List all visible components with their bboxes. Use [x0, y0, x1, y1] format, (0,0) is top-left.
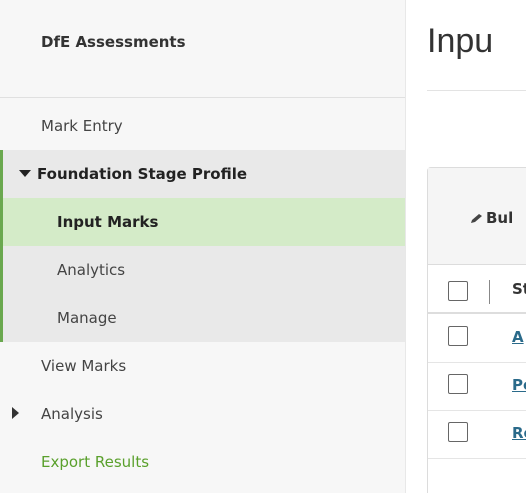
caret-right-icon: [12, 407, 19, 419]
app-brand[interactable]: DfE Assessments: [41, 33, 186, 51]
page-title: Inpu: [427, 22, 494, 60]
main-content: Inpu Bul St A Pe Re: [405, 0, 526, 493]
sidebar-item-label: Mark Entry: [41, 117, 123, 135]
sidebar-item-label: View Marks: [41, 357, 127, 375]
row-checkbox[interactable]: [448, 422, 468, 442]
student-link[interactable]: Re: [512, 424, 526, 442]
table-row: Re: [428, 410, 526, 459]
panel-header: Bul: [428, 168, 526, 265]
select-all-checkbox[interactable]: [448, 281, 468, 301]
sidebar-item-foundation-stage-profile[interactable]: Foundation Stage Profile: [0, 150, 405, 198]
sidebar-item-view-marks[interactable]: View Marks: [0, 342, 405, 390]
student-link[interactable]: A: [512, 328, 524, 346]
row-checkbox[interactable]: [448, 326, 468, 346]
pencil-icon: [471, 213, 482, 223]
sidebar-item-label: Analytics: [57, 261, 126, 279]
sidebar-item-mark-entry[interactable]: Mark Entry: [0, 102, 405, 150]
row-checkbox[interactable]: [448, 374, 468, 394]
column-header[interactable]: St: [512, 280, 526, 298]
sidebar-item-analytics[interactable]: Analytics: [0, 246, 405, 294]
sidebar-item-label: Foundation Stage Profile: [37, 165, 248, 183]
sidebar-item-manage[interactable]: Manage: [0, 294, 405, 342]
sidebar-item-label: Analysis: [41, 405, 103, 423]
sidebar-item-export-results[interactable]: Export Results: [0, 438, 405, 486]
marks-panel: Bul St A Pe Re: [427, 167, 526, 493]
sidebar-item-label: Manage: [57, 309, 117, 327]
student-link[interactable]: Pe: [512, 376, 526, 394]
sidebar-item-input-marks[interactable]: Input Marks: [0, 198, 405, 246]
table-header: St: [428, 264, 526, 314]
bulk-button-label: Bul: [486, 209, 514, 227]
sidebar-item-label: Export Results: [41, 453, 150, 471]
caret-down-icon: [19, 170, 31, 177]
title-divider: [427, 90, 526, 91]
sidebar: DfE Assessments Mark Entry Foundation St…: [0, 0, 406, 493]
sidebar-divider: [0, 97, 405, 98]
sidebar-item-label: Input Marks: [57, 213, 159, 231]
column-divider: [489, 280, 490, 304]
sidebar-item-analysis[interactable]: Analysis: [0, 390, 405, 438]
table-row: A: [428, 314, 526, 363]
table-row: Pe: [428, 362, 526, 411]
bulk-edit-button[interactable]: Bul: [470, 209, 513, 227]
